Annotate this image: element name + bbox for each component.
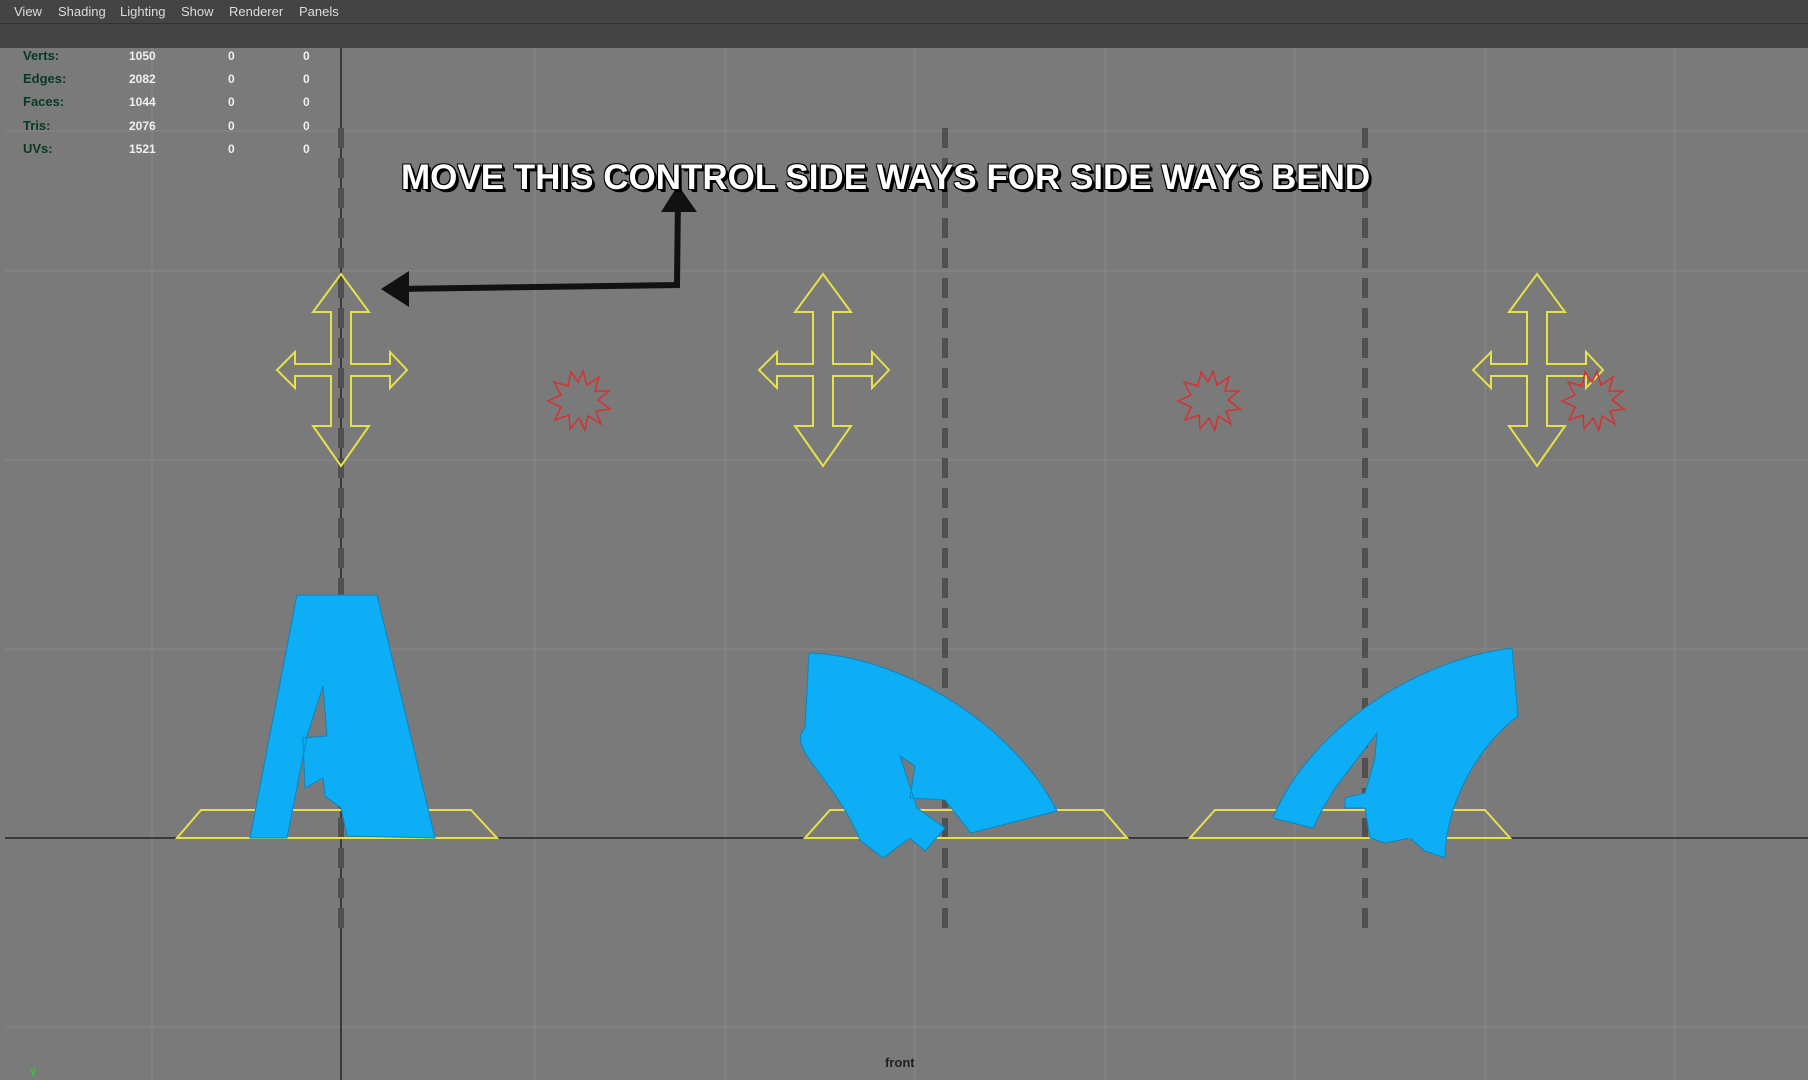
- hud-label-verts: Verts:: [23, 48, 60, 63]
- viewport-grid: [5, 48, 1808, 1080]
- base-plate-3: [1187, 809, 1513, 839]
- joint-star-2[interactable]: [1176, 368, 1242, 433]
- hud-value: 0: [303, 49, 310, 63]
- mesh-bent-right[interactable]: [799, 652, 1058, 859]
- menu-shading[interactable]: Shading: [58, 4, 106, 19]
- menu-show[interactable]: Show: [181, 4, 214, 19]
- base-plate-1: [174, 809, 500, 839]
- annotation-text: MOVE THIS CONTROL SIDE WAYS FOR SIDE WAY…: [401, 158, 1371, 197]
- hud-value: 0: [228, 142, 235, 156]
- menu-renderer[interactable]: Renderer: [229, 4, 283, 19]
- mesh-bent-left[interactable]: [1272, 647, 1519, 859]
- viewport-scene: [5, 48, 1808, 1080]
- menu-lighting[interactable]: Lighting: [120, 4, 166, 19]
- hud-value: 0: [228, 72, 235, 86]
- hud-value: 2082: [129, 72, 156, 86]
- move-control-2[interactable]: [757, 272, 891, 468]
- panel-menu-bar: View Shading Lighting Show Renderer Pane…: [0, 0, 1808, 24]
- joint-markers: [546, 368, 1626, 433]
- hud-label-tris: Tris:: [23, 118, 51, 133]
- hud-value: 0: [303, 72, 310, 86]
- move-control-3[interactable]: [1471, 272, 1605, 468]
- annotation-arrow: [381, 185, 697, 307]
- axis-indicator-y: y: [30, 1065, 37, 1077]
- front-viewport[interactable]: Verts: 1050 0 0 Edges: 2082 0 0 Faces: 1…: [5, 48, 1808, 1080]
- hud-label-edges: Edges:: [23, 71, 67, 86]
- bend-meshes: [249, 594, 1519, 859]
- hud-value: 0: [228, 119, 235, 133]
- move-controls: [275, 272, 1605, 468]
- hud-value: 1044: [129, 95, 156, 109]
- hud-value: 1521: [129, 142, 156, 156]
- hud-value: 0: [228, 95, 235, 109]
- maya-viewport-window: View Shading Lighting Show Renderer Pane…: [0, 0, 1808, 1080]
- hud-value: 2076: [129, 119, 156, 133]
- mesh-straight[interactable]: [249, 594, 436, 839]
- menu-panels[interactable]: Panels: [299, 4, 339, 19]
- joint-star-3[interactable]: [1560, 368, 1626, 433]
- hud-label-faces: Faces:: [23, 94, 65, 109]
- camera-label: front: [885, 1055, 915, 1070]
- hud-value: 0: [228, 49, 235, 63]
- hud-value: 0: [303, 95, 310, 109]
- panel-toolbar: [0, 24, 1808, 68]
- hud-label-uvs: UVs:: [23, 141, 53, 156]
- hud-value: 0: [303, 119, 310, 133]
- joint-star-1[interactable]: [546, 368, 612, 433]
- hud-value: 0: [303, 142, 310, 156]
- menu-view[interactable]: View: [14, 4, 42, 19]
- hud-value: 1050: [129, 49, 156, 63]
